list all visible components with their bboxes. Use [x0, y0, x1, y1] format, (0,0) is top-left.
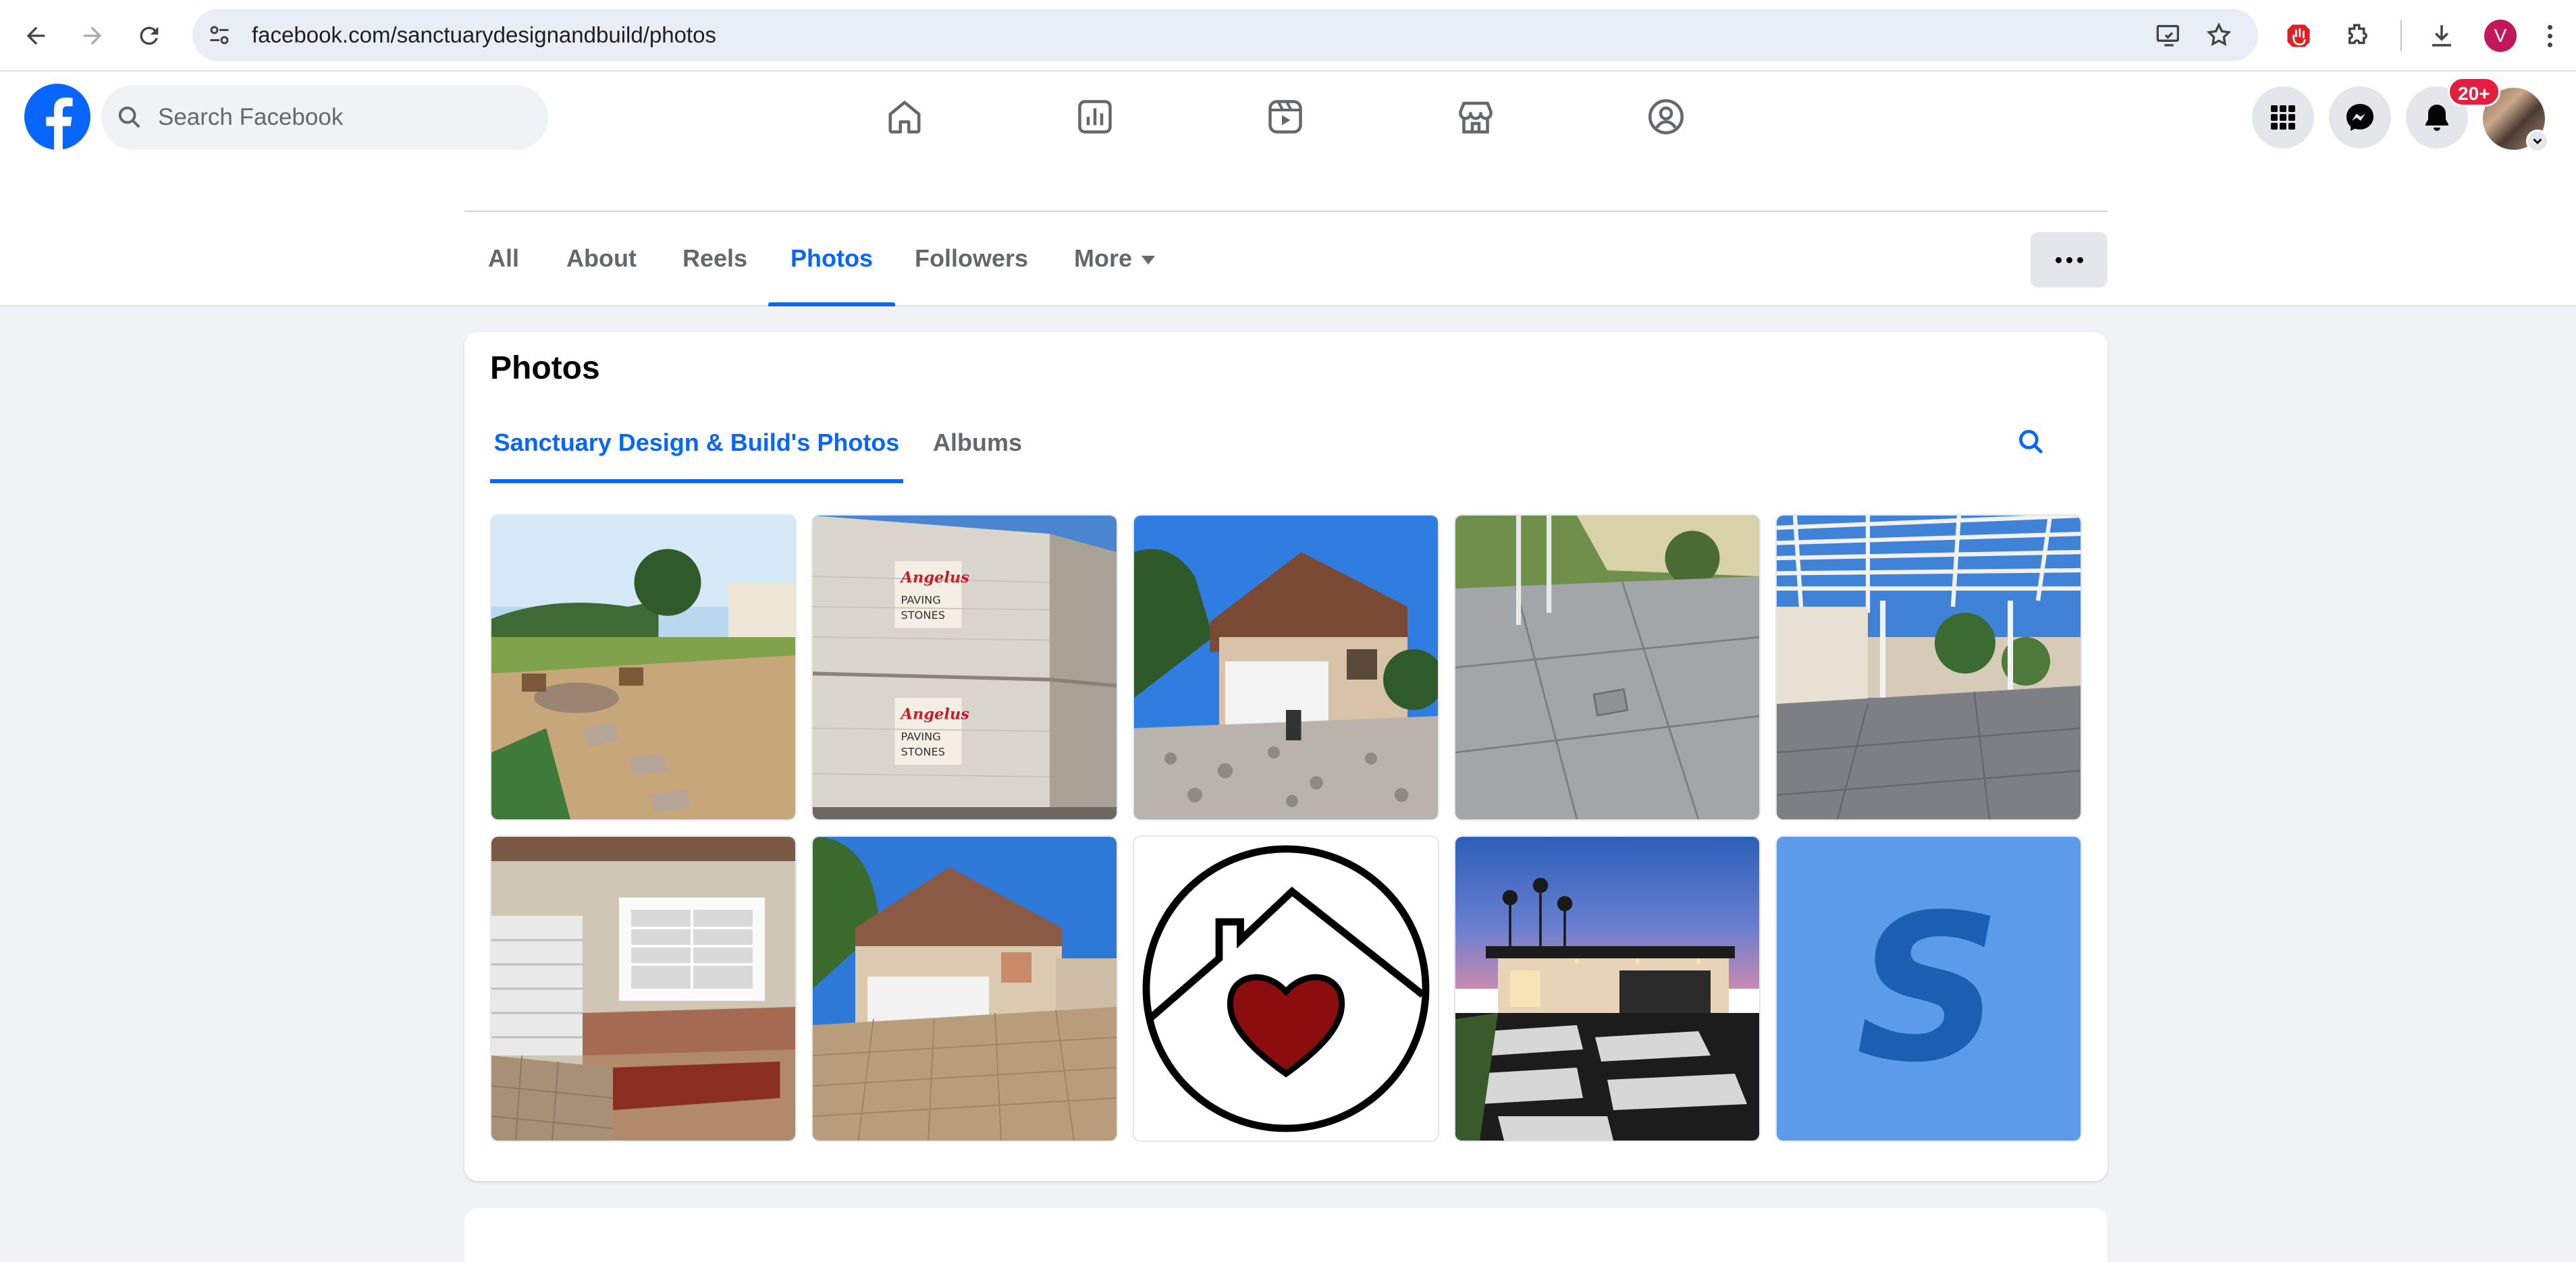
photo-tile[interactable] [1133, 514, 1439, 821]
home-icon [888, 101, 921, 134]
back-arrow-icon [26, 26, 45, 45]
tab-photos[interactable]: Photos [768, 223, 895, 306]
site-settings-icon[interactable] [205, 20, 234, 50]
groups-icon [1648, 99, 1684, 134]
photo-tile[interactable] [490, 835, 797, 1142]
svg-text:PAVING: PAVING [901, 730, 941, 743]
modern-house-dusk-photo [1455, 837, 1759, 1141]
caret-down-icon [1142, 255, 1155, 265]
menu-button[interactable] [2252, 86, 2314, 148]
search-icon [118, 106, 140, 128]
photo-tile[interactable] [811, 835, 1118, 1142]
reload-button[interactable] [128, 15, 170, 57]
marketplace-icon [1459, 101, 1493, 134]
svg-text:Angelus: Angelus [900, 569, 970, 586]
photos-section-title: Photos [490, 350, 600, 386]
tab-page-photos[interactable]: Sanctuary Design & Build's Photos [490, 408, 903, 483]
forward-button[interactable] [72, 15, 113, 57]
forward-arrow-icon [83, 26, 102, 45]
messenger-icon [2346, 104, 2373, 131]
facebook-search-box[interactable] [101, 85, 548, 150]
page-tabs-panel: All About Reels Photos Followers More [0, 162, 2576, 306]
notification-count-badge: 20+ [2448, 77, 2500, 107]
address-bar[interactable]: facebook.com/sanctuarydesignandbuild/pho… [192, 9, 2258, 61]
svg-text:Angelus: Angelus [900, 706, 970, 723]
svg-text:STONES: STONES [901, 609, 946, 622]
downloads-icon[interactable] [2423, 18, 2460, 54]
photos-card: Photos Sanctuary Design & Build's Photos… [464, 332, 2108, 1181]
house-paver-driveway-photo [813, 837, 1117, 1141]
browser-menu-icon[interactable] [2531, 18, 2568, 54]
photo-tile[interactable] [1775, 514, 2082, 821]
url-text[interactable]: facebook.com/sanctuarydesignandbuild/pho… [252, 9, 716, 61]
facebook-logo[interactable] [24, 84, 90, 150]
concrete-patio-photo [1455, 516, 1759, 819]
svg-text:PAVING: PAVING [901, 594, 941, 607]
extension-red-icon[interactable] [2280, 18, 2317, 54]
tab-albums[interactable]: Albums [923, 408, 1031, 483]
reload-icon [140, 26, 159, 45]
leaderboard-icon [1078, 100, 1112, 134]
tab-more[interactable]: More [1064, 223, 1165, 306]
extensions-puzzle-icon[interactable] [2340, 18, 2376, 54]
install-app-icon[interactable] [2154, 20, 2184, 50]
photos-search-button[interactable] [2014, 425, 2048, 459]
house-heart-logo-photo [1134, 837, 1438, 1141]
nav-leaderboard[interactable] [1017, 77, 1173, 157]
facebook-header [0, 72, 2576, 162]
photo-tile[interactable] [1133, 835, 1439, 1142]
photo-tile[interactable] [1454, 835, 1761, 1142]
nav-groups[interactable] [1588, 77, 1744, 157]
logo-letter-s: S [1855, 871, 2002, 1107]
browser-profile-avatar[interactable]: V [2484, 20, 2517, 52]
svg-text:STONES: STONES [901, 746, 946, 759]
next-section-card [464, 1208, 2108, 1262]
photo-tile[interactable]: S [1775, 835, 2082, 1142]
search-input[interactable] [158, 85, 536, 150]
nav-home[interactable] [827, 77, 982, 157]
pergola-patio-photo [1777, 516, 2081, 819]
nav-video[interactable] [1208, 77, 1363, 157]
tab-reels[interactable]: Reels [678, 223, 752, 306]
menu-grid-icon [2271, 105, 2295, 130]
more-options-button[interactable] [2031, 232, 2108, 287]
bookmark-star-icon[interactable] [2204, 20, 2234, 50]
photo-tile[interactable]: Angelus PAVING STONES Angelus PAVING STO… [811, 514, 1118, 821]
tab-all[interactable]: All [479, 223, 528, 306]
tab-more-label: More [1073, 244, 1132, 272]
browser-toolbar: facebook.com/sanctuarydesignandbuild/pho… [0, 0, 2576, 72]
house-window-paver-photo [491, 837, 795, 1141]
tabs-divider [464, 211, 2108, 212]
tab-followers[interactable]: Followers [914, 223, 1029, 306]
nav-marketplace[interactable] [1398, 77, 1553, 157]
video-icon [1268, 100, 1302, 134]
tab-about[interactable]: About [556, 223, 647, 306]
chevron-down-icon[interactable] [2526, 130, 2549, 153]
paving-stones-pallets-photo: Angelus PAVING STONES Angelus PAVING STO… [813, 516, 1117, 819]
photo-tile[interactable] [490, 514, 797, 821]
backyard-patio-photo [491, 516, 795, 819]
house-front-demolition-photo [1134, 516, 1438, 819]
photo-tile[interactable] [1454, 514, 1761, 821]
bell-icon [2425, 105, 2448, 131]
search-icon [2019, 430, 2043, 454]
toolbar-divider [2400, 20, 2402, 51]
back-button[interactable] [15, 15, 57, 57]
messenger-button[interactable] [2329, 86, 2391, 148]
